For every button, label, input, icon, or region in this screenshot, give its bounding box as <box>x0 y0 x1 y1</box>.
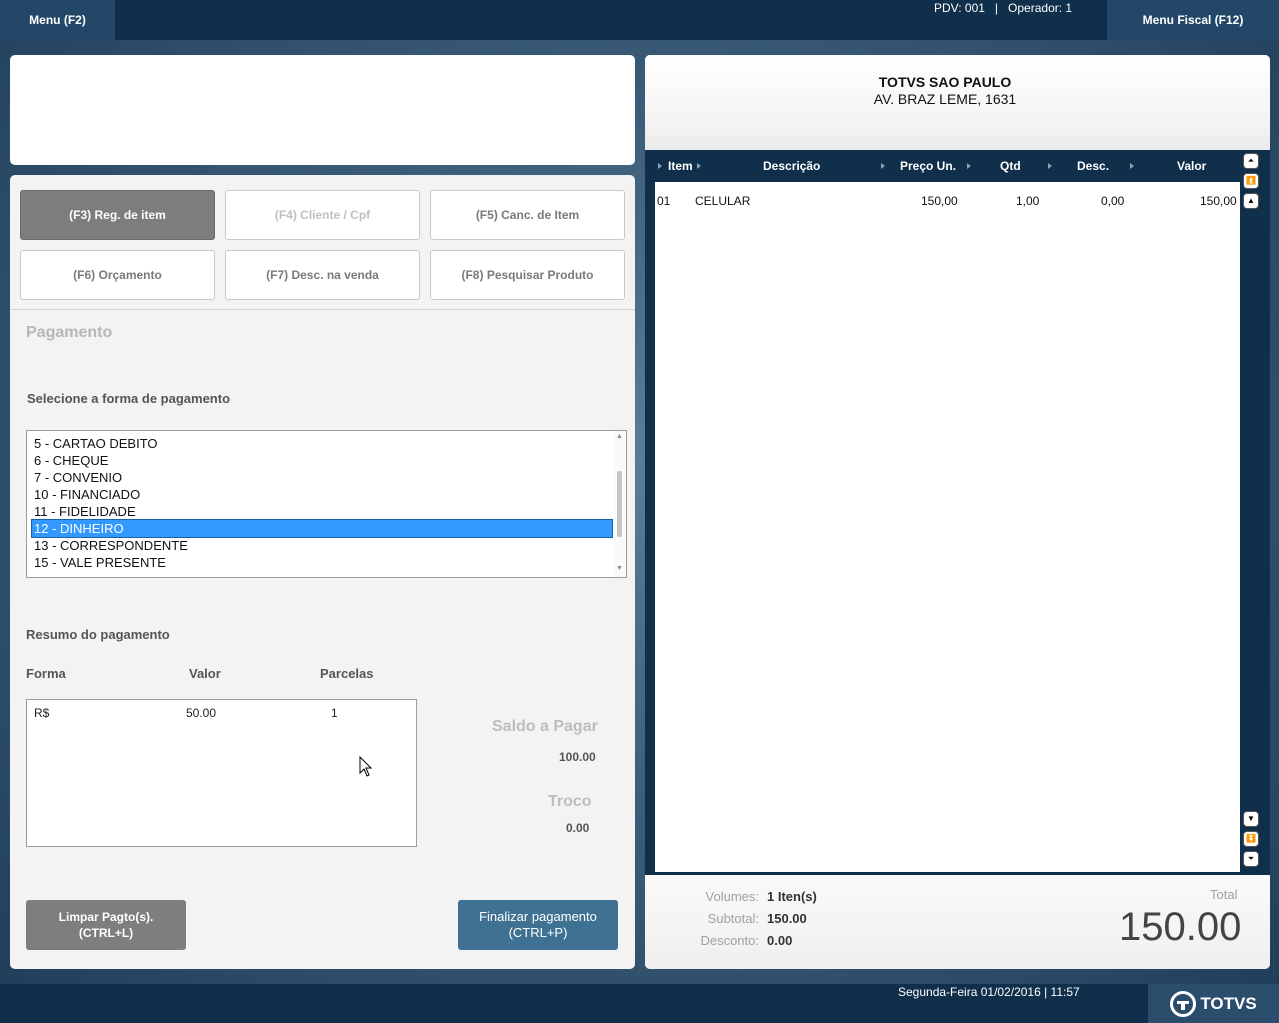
payment-title: Pagamento <box>26 324 113 341</box>
store-name: TOTVS SAO PAULO <box>878 74 1012 90</box>
pesquisar-produto-button[interactable]: (F8) Pesquisar Produto <box>430 250 625 300</box>
col-parcelas: Parcelas <box>320 666 374 681</box>
subtotal-value: 150.00 <box>767 911 807 926</box>
menu-button[interactable]: Menu (F2) <box>0 0 115 40</box>
total-value: 150.00 <box>1119 905 1242 949</box>
limpar-shortcut: (CTRL+L) <box>78 926 134 940</box>
list-item[interactable]: 11 - FIDELIDADE <box>32 503 612 520</box>
total-label: Total <box>1210 887 1238 902</box>
list-item-selected[interactable]: 12 - DINHEIRO <box>31 519 613 538</box>
col-item[interactable]: Item <box>668 159 693 173</box>
store-address: AV. BRAZ LEME, 1631 <box>873 91 1017 107</box>
desconto-label: Desconto: <box>700 933 759 948</box>
row-preco: 150,00 <box>921 194 958 208</box>
resumo-parcelas: 1 <box>331 706 338 720</box>
payment-select-label: Selecione a forma de pagamento <box>27 391 231 406</box>
pdv-label: PDV: 001 <box>934 1 985 15</box>
scroll-down-icon[interactable]: ▼ <box>616 565 623 572</box>
sort-arrow-icon <box>881 163 885 169</box>
scroll-page-down-icon[interactable]: ⏬ <box>1243 831 1259 847</box>
volumes-label: Volumes: <box>705 889 759 904</box>
col-descricao[interactable]: Descrição <box>763 159 820 173</box>
sort-arrow-icon <box>1048 163 1052 169</box>
sort-arrow-icon <box>658 163 662 169</box>
saldo-label: Saldo a Pagar <box>492 718 598 735</box>
left-panel: (F3) Reg. de item (F4) Cliente / Cpf (F5… <box>10 175 635 969</box>
limpar-pagto-button[interactable]: Limpar Pagto(s). (CTRL+L) <box>26 900 186 950</box>
saldo-value: 100.00 <box>559 750 596 764</box>
list-scrollbar[interactable]: ▲ ▼ <box>614 431 626 577</box>
col-preco[interactable]: Preço Un. <box>900 159 956 173</box>
row-qtd: 1,00 <box>1016 194 1040 208</box>
terminal-info: PDV: 001 | Operador: 1 <box>934 1 1072 15</box>
resumo-forma: R$ <box>34 706 50 720</box>
orcamento-button[interactable]: (F6) Orçamento <box>20 250 215 300</box>
canc-item-button[interactable]: (F5) Canc. de Item <box>430 190 625 240</box>
row-valor: 150,00 <box>1200 194 1237 208</box>
row-descricao: CELULAR <box>695 194 751 208</box>
scroll-top-icon[interactable]: ⏶ <box>1243 153 1259 169</box>
row-item: 01 <box>657 194 671 208</box>
scroll-bottom-icon[interactable]: ⏷ <box>1243 851 1259 867</box>
list-item[interactable]: 6 - CHEQUE <box>32 452 612 469</box>
scroll-line-down-icon[interactable]: ▼ <box>1243 811 1259 827</box>
receipt-panel: TOTVS SAO PAULO AV. BRAZ LEME, 1631 Item… <box>645 55 1270 969</box>
troco-value: 0.00 <box>566 821 590 835</box>
desc-venda-button[interactable]: (F7) Desc. na venda <box>225 250 420 300</box>
payment-method-list[interactable]: 5 - CARTAO DEBITO 6 - CHEQUE 7 - CONVENI… <box>26 430 627 578</box>
datetime: Segunda-Feira 01/02/2016 | 11:57 <box>898 985 1080 999</box>
scroll-up-icon[interactable]: ▲ <box>616 433 623 440</box>
status-bar: Segunda-Feira 01/02/2016 | 11:57 TOTVS <box>0 984 1279 1023</box>
troco-label: Troco <box>548 793 592 810</box>
divider <box>10 309 635 310</box>
sort-arrow-icon <box>967 163 971 169</box>
desconto-value: 0.00 <box>767 933 793 948</box>
list-item[interactable]: 7 - CONVENIO <box>32 469 612 486</box>
receipt-header: TOTVS SAO PAULO AV. BRAZ LEME, 1631 <box>645 55 1270 150</box>
top-bar: Menu (F2) PDV: 001 | Operador: 1 Menu Fisc… <box>0 0 1279 40</box>
finalizar-shortcut: (CTRL+P) <box>508 925 568 940</box>
col-forma: Forma <box>26 666 66 681</box>
subtotal-label: Subtotal: <box>707 911 759 926</box>
brand-name: TOTVS <box>1200 993 1257 1013</box>
message-display <box>10 55 635 165</box>
row-desc: 0,00 <box>1101 194 1125 208</box>
sort-arrow-icon <box>1130 163 1134 169</box>
col-qtd[interactable]: Qtd <box>1000 159 1021 173</box>
col-valor: Valor <box>189 666 221 681</box>
grid-scroll-controls: ⏶ ⏫ ▲ ▼ ⏬ ⏷ <box>1240 150 1270 872</box>
totals-area: Volumes: 1 Iten(s) Subtotal: 150.00 Desc… <box>645 875 1270 969</box>
scroll-thumb[interactable] <box>617 471 622 537</box>
list-item[interactable]: 10 - FINANCIADO <box>32 486 612 503</box>
brand-logo: TOTVS <box>1148 984 1279 1023</box>
cliente-cpf-button[interactable]: (F4) Cliente / Cpf <box>225 190 420 240</box>
menu-fiscal-button[interactable]: Menu Fiscal (F12) <box>1107 0 1279 40</box>
totvs-logo-icon <box>1170 990 1197 1017</box>
operador-label: Operador: 1 <box>1008 1 1073 15</box>
list-item[interactable]: 15 - VALE PRESENTE <box>32 554 612 571</box>
reg-item-button[interactable]: (F3) Reg. de item <box>20 190 215 240</box>
mouse-cursor-icon <box>359 756 373 777</box>
scroll-page-up-icon[interactable]: ⏫ <box>1243 173 1259 189</box>
resumo-valor: 50.00 <box>186 706 217 720</box>
sort-arrow-icon <box>697 163 701 169</box>
list-item[interactable]: 13 - CORRESPONDENTE <box>32 537 612 554</box>
items-grid[interactable]: 01 CELULAR 150,00 1,00 0,00 150,00 <box>655 182 1240 872</box>
list-item[interactable]: 5 - CARTAO DEBITO <box>32 435 612 452</box>
grid-left-bar <box>645 150 655 872</box>
resumo-title: Resumo do pagamento <box>26 627 170 642</box>
info-separator: | <box>994 1 999 15</box>
col-valor[interactable]: Valor <box>1177 159 1206 173</box>
scroll-line-up-icon[interactable]: ▲ <box>1243 193 1259 209</box>
limpar-label: Limpar Pagto(s). <box>58 910 154 924</box>
col-desc[interactable]: Desc. <box>1077 159 1109 173</box>
finalizar-label: Finalizar pagamento <box>479 909 597 924</box>
finalizar-pagamento-button[interactable]: Finalizar pagamento (CTRL+P) <box>458 900 618 950</box>
items-grid-header: Item Descrição Preço Un. Qtd Desc. Valor <box>655 150 1240 182</box>
volumes-value: 1 Iten(s) <box>767 889 817 904</box>
